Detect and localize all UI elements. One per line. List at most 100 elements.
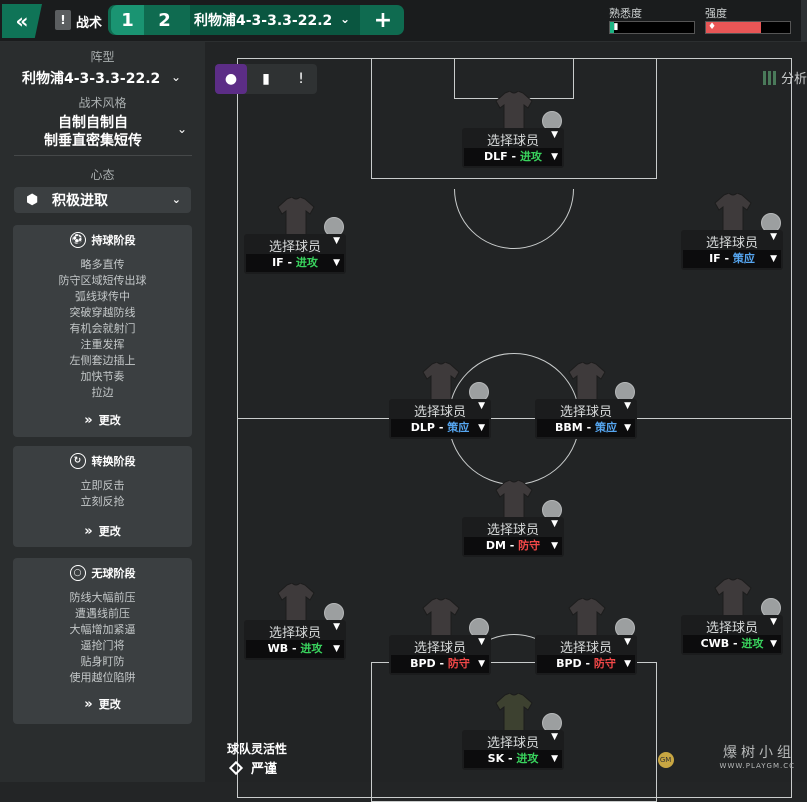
shield-icon: ⬢	[26, 192, 39, 208]
intensity-label: 强度	[705, 7, 727, 20]
select-player-dropdown[interactable]: 选择球员 ▼	[248, 622, 342, 641]
flexibility-value: 严谨	[251, 762, 278, 777]
role-code: BBM	[555, 421, 583, 434]
player-card: 选择球员 ▼ BBM - 策应 ▼	[535, 399, 637, 439]
tactics-pitch: ● ▮ ! 分析 选择球员 ▼ DLF - 进攻 ▼ 选择球员 ▼ IF - 进攻 ▼ 选择球员…	[205, 42, 807, 802]
change-button[interactable]: » 更改	[13, 412, 192, 428]
triangle-down-icon: ▼	[624, 423, 631, 433]
tactic-slot-1[interactable]: 1	[111, 5, 144, 35]
select-player-dropdown[interactable]: 选择球员 ▼	[393, 401, 487, 420]
triangle-down-icon: ▼	[624, 401, 631, 411]
duty-label: 策应	[594, 421, 617, 434]
player-card: 选择球员 ▼ SK - 进攻 ▼	[462, 730, 564, 770]
chevron-down-icon[interactable]: ⌄	[171, 70, 181, 84]
role-duty-dropdown[interactable]: BPD - 防守 ▼	[537, 655, 635, 673]
triangle-down-icon: ▼	[551, 519, 558, 529]
triangle-down-icon: ▼	[770, 617, 777, 627]
role-code: CWB	[700, 637, 730, 650]
divider	[14, 155, 192, 156]
formation-select[interactable]: 利物浦4-3-3.3-22.2 ⌄	[190, 5, 360, 35]
tactic-slot-2[interactable]: 2	[148, 5, 181, 35]
instruction: 有机会就射门	[69, 322, 136, 335]
shirt-icon	[714, 577, 752, 619]
chevron-down-icon[interactable]: ⌄	[177, 122, 187, 136]
football-icon: ⚽	[69, 232, 86, 248]
change-button[interactable]: » 更改	[13, 696, 192, 712]
instruction: 使用越位陷阱	[69, 671, 136, 684]
select-player-dropdown[interactable]: 选择球员 ▼	[466, 519, 560, 538]
role-duty-dropdown[interactable]: CWB - 进攻 ▼	[683, 635, 781, 653]
formation-value[interactable]: 利物浦4-3-3.3-22.2	[22, 68, 192, 88]
tactics-icon: !	[55, 10, 71, 30]
role-duty-dropdown[interactable]: DM - 防守 ▼	[464, 537, 562, 555]
role-duty-dropdown[interactable]: DLP - 策应 ▼	[391, 419, 489, 437]
select-player-dropdown[interactable]: 选择球员 ▼	[539, 637, 633, 656]
role-duty-dropdown[interactable]: DLF - 进攻 ▼	[464, 148, 562, 166]
back-button[interactable]: «	[2, 4, 42, 38]
triangle-down-icon: ▼	[551, 732, 558, 742]
phase-instructions: 立即反击 立刻反抢	[13, 476, 192, 510]
change-label: 更改	[98, 698, 121, 711]
role-duty-dropdown[interactable]: IF - 策应 ▼	[683, 250, 781, 268]
role-duty-dropdown[interactable]: WB - 进攻 ▼	[246, 640, 344, 658]
analysis-button[interactable]: 分析	[762, 68, 807, 87]
role-duty-dropdown[interactable]: SK - 进攻 ▼	[464, 750, 562, 768]
instruction: 遭遇线前压	[75, 607, 130, 620]
triangle-down-icon: ▼	[770, 232, 777, 242]
edge-scroll-handle[interactable]	[801, 0, 807, 42]
phase-instructions: 防线大幅前压 遭遇线前压 大幅增加紧逼 逼抢门将 贴身盯防 使用越位陷阱	[13, 588, 192, 686]
pitch-view-tabs: ● ▮ !	[215, 64, 317, 94]
triangle-down-icon: ▼	[551, 130, 558, 140]
formation-select-label: 利物浦4-3-3.3-22.2	[194, 13, 333, 29]
select-player-dropdown[interactable]: 选择球员 ▼	[539, 401, 633, 420]
player-name: 选择球员	[268, 626, 321, 641]
select-player-dropdown[interactable]: 选择球员 ▼	[685, 232, 779, 251]
role-duty-dropdown[interactable]: BBM - 策应 ▼	[537, 419, 635, 437]
select-player-dropdown[interactable]: 选择球员 ▼	[466, 130, 560, 149]
instruction: 大幅增加紧逼	[69, 623, 136, 636]
triangle-down-icon: ▼	[333, 258, 340, 268]
watermark-url: WWW.PLAYGM.CC	[719, 762, 795, 770]
mentality-select[interactable]: ⬢ 积极进取 ⌄	[14, 187, 191, 213]
duty-label: 防守	[593, 657, 616, 670]
change-label: 更改	[98, 525, 121, 538]
role-code: WB	[267, 642, 289, 655]
phase-title: 持球阶段	[91, 234, 136, 247]
duty-label: 进攻	[741, 637, 764, 650]
player-card: 选择球员 ▼ DLF - 进攻 ▼	[462, 128, 564, 168]
player-name: 选择球员	[486, 134, 539, 149]
shirt-icon	[495, 479, 533, 521]
shirt-icon	[568, 597, 606, 639]
select-player-dropdown[interactable]: 选择球员 ▼	[466, 732, 560, 751]
add-tactic-button[interactable]: +	[362, 5, 404, 35]
select-player-dropdown[interactable]: 选择球员 ▼	[685, 617, 779, 636]
phase-title: 转换阶段	[91, 455, 136, 468]
instruction: 略多直传	[80, 258, 125, 271]
triangle-down-icon: ▼	[333, 236, 340, 246]
phase-instructions: 略多直传 防守区域短传出球 弧线球传中 突破穿越防线 有机会就射门 注重发挥 左…	[13, 255, 192, 401]
role-duty-dropdown[interactable]: BPD - 防守 ▼	[391, 655, 489, 673]
duty-label: 进攻	[295, 256, 318, 269]
instruction: 注重发挥	[80, 338, 125, 351]
role-code: IF	[272, 256, 284, 269]
triangle-down-icon: ▼	[551, 152, 558, 162]
instruction: 左侧套边插上	[69, 354, 136, 367]
triangle-down-icon: ▼	[770, 254, 777, 264]
player-card: 选择球员 ▼ WB - 进攻 ▼	[244, 620, 346, 660]
alert-icon[interactable]: !	[285, 64, 317, 94]
role-code: IF	[709, 252, 721, 265]
analysis-label: 分析	[780, 72, 807, 87]
change-button[interactable]: » 更改	[13, 523, 192, 539]
triangle-down-icon: ▼	[478, 637, 485, 647]
role-duty-dropdown[interactable]: IF - 进攻 ▼	[246, 254, 344, 272]
select-player-dropdown[interactable]: 选择球员 ▼	[248, 236, 342, 255]
bar-chart-icon[interactable]: ▮	[250, 64, 282, 94]
player-name: 选择球员	[559, 405, 612, 420]
person-icon[interactable]: ●	[215, 64, 247, 94]
style-value-line1[interactable]: 自制自制自	[8, 112, 178, 132]
grid-icon	[762, 71, 777, 85]
select-player-dropdown[interactable]: 选择球员 ▼	[393, 637, 487, 656]
player-name: 选择球员	[559, 641, 612, 656]
style-value-line2[interactable]: 制垂直密集短传	[8, 130, 178, 150]
player-card: 选择球员 ▼ IF - 策应 ▼	[681, 230, 783, 270]
